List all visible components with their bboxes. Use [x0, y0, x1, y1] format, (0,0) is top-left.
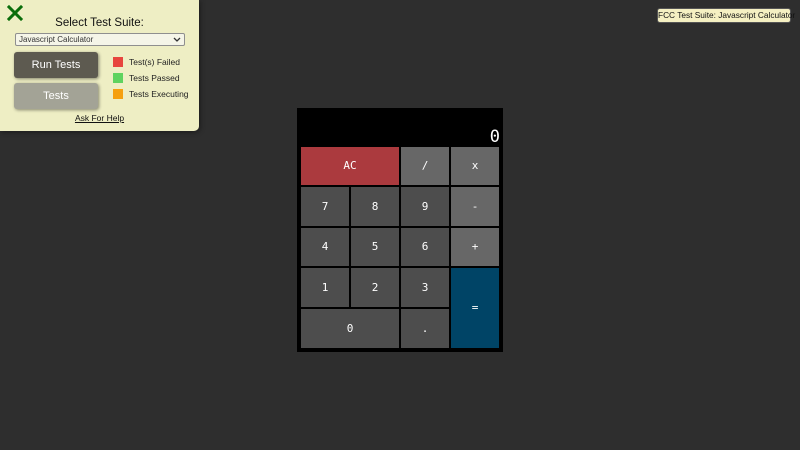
tests-button[interactable]: Tests [14, 83, 98, 109]
add-button[interactable]: + [450, 227, 500, 267]
divide-button[interactable]: / [400, 146, 450, 186]
zero-button[interactable]: 0 [300, 308, 400, 349]
legend-failed-label: Test(s) Failed [129, 57, 181, 67]
test-suite-badge: FCC Test Suite: Javascript Calculator [657, 8, 795, 23]
failed-swatch [113, 57, 123, 67]
suite-select-value: Javascript Calculator [19, 35, 94, 44]
legend-executing: Tests Executing [113, 89, 189, 100]
executing-swatch [113, 89, 123, 99]
two-button[interactable]: 2 [350, 267, 400, 308]
display: 0 [489, 127, 500, 147]
suite-select[interactable]: Javascript Calculator [15, 33, 185, 46]
three-button[interactable]: 3 [400, 267, 450, 308]
five-button[interactable]: 5 [350, 227, 400, 267]
clear-button[interactable]: AC [300, 146, 400, 186]
one-button[interactable]: 1 [300, 267, 350, 308]
legend-executing-label: Tests Executing [129, 89, 189, 99]
passed-swatch [113, 73, 123, 83]
legend-passed-label: Tests Passed [129, 73, 180, 83]
multiply-button[interactable]: x [450, 146, 500, 186]
legend-passed: Tests Passed [113, 73, 180, 84]
four-button[interactable]: 4 [300, 227, 350, 267]
run-tests-button[interactable]: Run Tests [14, 52, 98, 78]
ask-for-help-link[interactable]: Ask For Help [0, 113, 199, 123]
decimal-button[interactable]: . [400, 308, 450, 349]
chevron-down-icon [173, 37, 181, 42]
equals-button[interactable]: = [450, 267, 500, 349]
suite-title: Select Test Suite: [55, 17, 144, 29]
test-suite-panel: Select Test Suite: Javascript Calculator… [0, 0, 199, 131]
six-button[interactable]: 6 [400, 227, 450, 267]
seven-button[interactable]: 7 [300, 186, 350, 227]
eight-button[interactable]: 8 [350, 186, 400, 227]
subtract-button[interactable]: - [450, 186, 500, 227]
calculator: 0 AC / x 7 8 9 - 4 5 6 + 1 2 3 = 0 . [297, 108, 503, 352]
legend-failed: Test(s) Failed [113, 57, 180, 68]
nine-button[interactable]: 9 [400, 186, 450, 227]
